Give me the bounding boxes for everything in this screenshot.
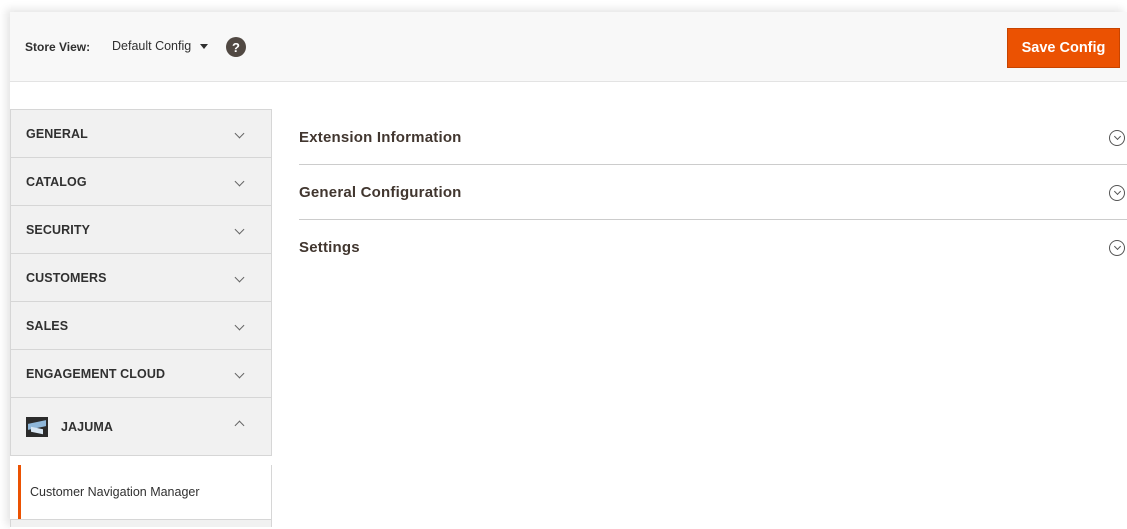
caret-down-icon xyxy=(200,43,209,49)
page-frame: Store View: Default Config ? Save Config… xyxy=(10,12,1127,529)
store-view-bar: Store View: Default Config ? Save Config xyxy=(10,12,1127,82)
sidebar-item-customers[interactable]: CUSTOMERS xyxy=(10,254,272,302)
sidebar-item-engagement-cloud[interactable]: ENGAGEMENT CLOUD xyxy=(10,350,272,398)
sidebar-item-sales[interactable]: SALES xyxy=(10,302,272,350)
sidebar-item-general[interactable]: GENERAL xyxy=(10,110,272,158)
section-title: Extension Information xyxy=(299,128,462,146)
expand-circle-icon xyxy=(1109,240,1125,256)
chevron-up-icon xyxy=(234,420,245,431)
sidebar-item-label: CUSTOMERS xyxy=(26,270,107,285)
sidebar-item-label: SECURITY xyxy=(26,222,91,237)
chevron-down-icon xyxy=(234,224,245,235)
jajuma-logo-icon xyxy=(26,416,48,437)
sidebar-item-label: GENERAL xyxy=(26,126,88,141)
sidebar-item-label: ENGAGEMENT CLOUD xyxy=(26,366,166,381)
chevron-down-icon xyxy=(234,320,245,331)
section-title: General Configuration xyxy=(299,183,462,201)
sidebar-subitem-next xyxy=(10,519,272,527)
sidebar-subitem-customer-navigation-manager[interactable]: Customer Navigation Manager xyxy=(10,465,272,519)
sidebar-item-label: JAJUMA xyxy=(61,419,113,434)
chevron-down-icon xyxy=(234,128,245,139)
chevron-down-icon xyxy=(234,176,245,187)
help-icon[interactable]: ? xyxy=(226,37,246,57)
chevron-down-icon xyxy=(234,272,245,283)
section-title: Settings xyxy=(299,239,360,256)
store-view-value: Default Config xyxy=(112,39,192,53)
store-view-switcher[interactable]: Default Config xyxy=(112,39,209,53)
sidebar-item-label: CATALOG xyxy=(26,174,87,189)
sidebar-item-label: SALES xyxy=(26,318,69,333)
config-sections: Extension Information General Configurat… xyxy=(299,110,1127,275)
sidebar-subitem-label: Customer Navigation Manager xyxy=(30,485,200,499)
sidebar-item-jajuma[interactable]: JAJUMA xyxy=(10,398,272,456)
section-settings[interactable]: Settings xyxy=(299,220,1127,275)
section-general-configuration[interactable]: General Configuration xyxy=(299,165,1127,220)
expand-circle-icon xyxy=(1109,185,1125,201)
store-view-label: Store View: xyxy=(25,40,91,54)
sidebar-item-catalog[interactable]: CATALOG xyxy=(10,158,272,206)
save-config-button[interactable]: Save Config xyxy=(1007,28,1120,68)
expand-circle-icon xyxy=(1109,130,1125,146)
config-tabs-sidebar: GENERAL CATALOG SECURITY CUSTOMERS SALES… xyxy=(10,109,272,527)
sidebar-item-security[interactable]: SECURITY xyxy=(10,206,272,254)
chevron-down-icon xyxy=(234,368,245,379)
section-extension-information[interactable]: Extension Information xyxy=(299,110,1127,165)
